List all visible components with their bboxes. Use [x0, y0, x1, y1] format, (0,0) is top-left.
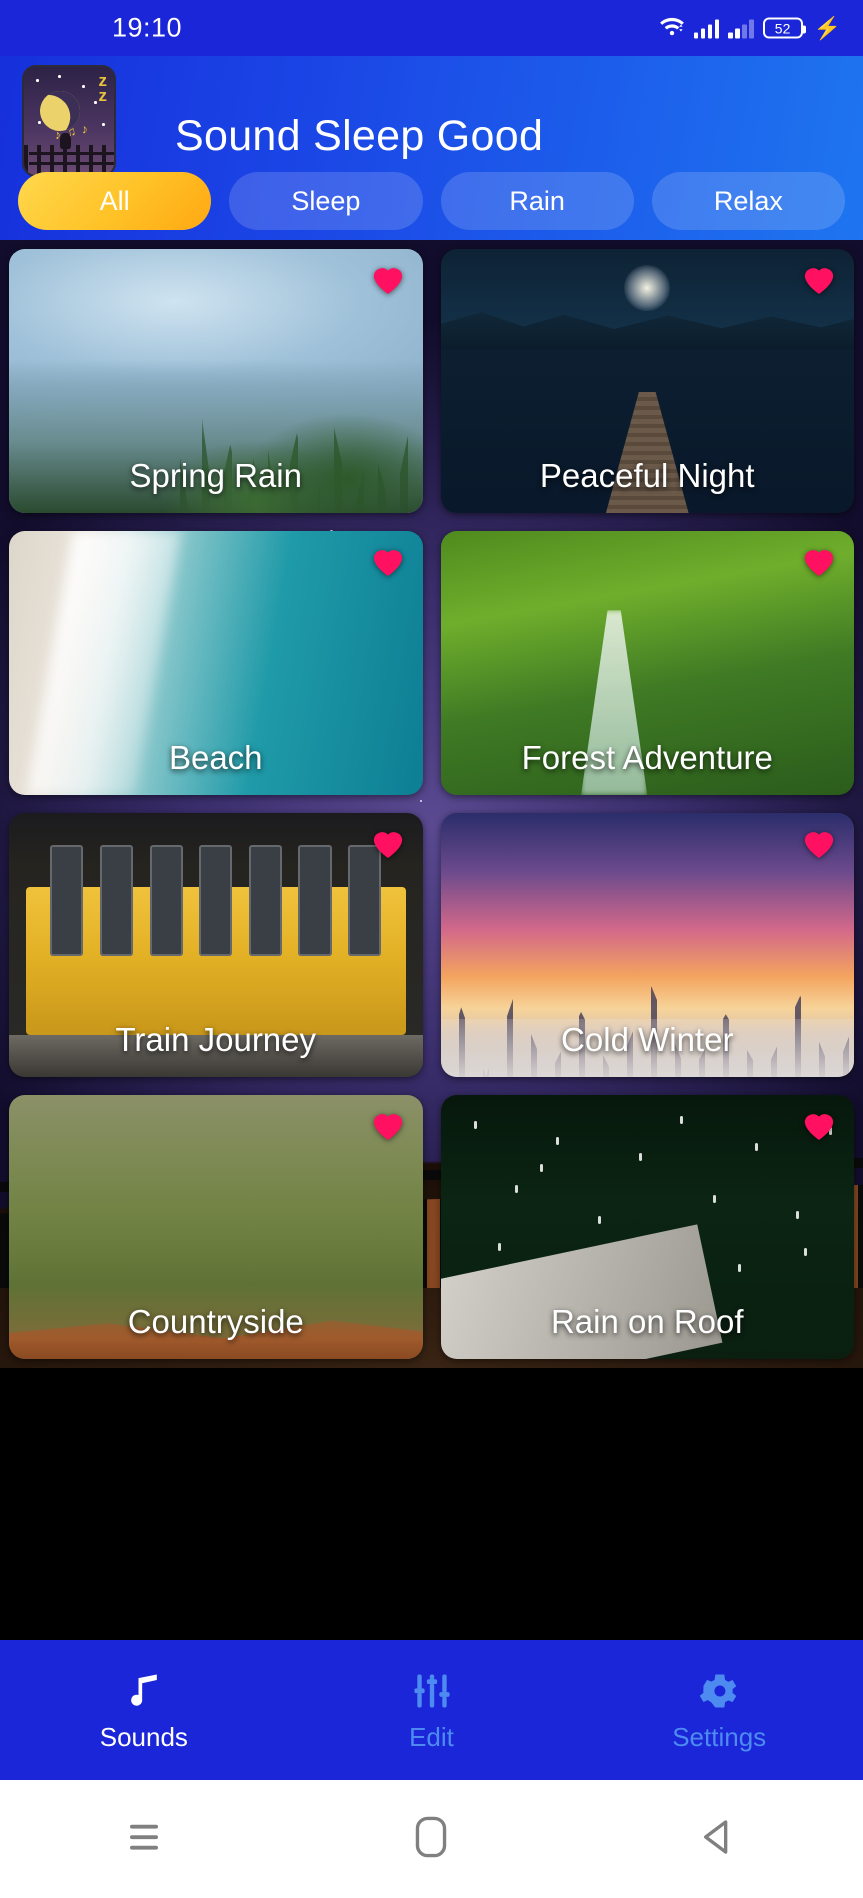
tab-rain-label: Rain	[509, 185, 565, 216]
status-clock: 19:10	[112, 12, 183, 43]
signal-icon-2	[728, 18, 754, 38]
favorite-heart-icon[interactable]	[798, 1105, 840, 1145]
favorite-heart-icon[interactable]	[798, 823, 840, 863]
recents-button[interactable]	[84, 1804, 204, 1874]
wifi-icon	[659, 15, 685, 42]
grid-cell: Peaceful Night	[432, 240, 863, 522]
sound-card-grid: Spring Rain Peaceful Night Beach Forest …	[0, 240, 863, 1368]
card-title: Train Journey	[115, 1021, 317, 1058]
nav-item-settings-label: Settings	[672, 1721, 767, 1752]
grid-cell: Cold Winter	[432, 804, 863, 1086]
nav-item-settings[interactable]: Settings	[575, 1640, 863, 1780]
tab-relax[interactable]: Relax	[651, 172, 845, 230]
sound-card-cold-winter[interactable]: Cold Winter	[440, 813, 854, 1077]
gear-icon	[697, 1668, 741, 1714]
grid-cell: Countryside	[0, 1086, 432, 1368]
tab-all[interactable]: All	[18, 172, 212, 230]
android-navigation-bar	[0, 1780, 863, 1898]
favorite-heart-icon[interactable]	[367, 541, 409, 581]
sound-card-train-journey[interactable]: Train Journey	[9, 813, 423, 1077]
card-title: Rain on Roof	[550, 1303, 744, 1340]
favorite-heart-icon[interactable]	[367, 823, 409, 863]
sound-card-peaceful-night[interactable]: Peaceful Night	[440, 249, 854, 513]
status-icons: 52 ⚡	[659, 15, 841, 42]
grid-cell: Spring Rain	[0, 240, 432, 522]
battery-level-text: 52	[774, 20, 791, 36]
card-title: Spring Rain	[129, 457, 302, 494]
nav-item-sounds[interactable]: Sounds	[0, 1640, 288, 1780]
home-button[interactable]	[371, 1804, 491, 1874]
card-title: Countryside	[127, 1303, 304, 1340]
music-note-icon	[122, 1668, 166, 1714]
sound-card-forest-adventure[interactable]: Forest Adventure	[440, 531, 854, 795]
charging-bolt-icon: ⚡	[813, 15, 841, 40]
tab-sleep-label: Sleep	[291, 185, 361, 216]
card-image-trees	[440, 986, 854, 1077]
grid-cell: Rain on Roof	[432, 1086, 863, 1368]
battery-icon: 52	[762, 17, 806, 39]
grid-cell: Forest Adventure	[432, 522, 863, 804]
nav-item-edit-label: Edit	[409, 1721, 454, 1752]
tab-sleep[interactable]: Sleep	[229, 172, 423, 230]
sound-card-countryside[interactable]: Countryside	[9, 1095, 423, 1359]
app-header: zz ♪ ♫ ♪ Sound Sleep Good All Sleep Rain…	[0, 56, 863, 240]
sound-card-rain-on-roof[interactable]: Rain on Roof	[440, 1095, 854, 1359]
card-title: Cold Winter	[561, 1021, 734, 1058]
app-logo-icon: zz ♪ ♫ ♪	[22, 65, 116, 177]
recents-icon	[123, 1820, 165, 1859]
favorite-heart-icon[interactable]	[798, 541, 840, 581]
bottom-navigation: Sounds Edit Settings	[0, 1640, 863, 1780]
card-title: Forest Adventure	[521, 739, 773, 776]
tab-all-label: All	[99, 185, 130, 216]
sound-card-spring-rain[interactable]: Spring Rain	[9, 249, 423, 513]
home-icon	[414, 1815, 448, 1864]
favorite-heart-icon[interactable]	[367, 259, 409, 299]
tab-rain[interactable]: Rain	[440, 172, 634, 230]
favorite-heart-icon[interactable]	[367, 1105, 409, 1145]
category-tabs: All Sleep Rain Relax	[0, 170, 863, 232]
signal-icon-1	[693, 18, 720, 38]
status-bar: 19:10 52 ⚡	[0, 0, 863, 56]
back-button[interactable]	[659, 1804, 779, 1874]
nav-item-sounds-label: Sounds	[99, 1721, 188, 1752]
card-title: Beach	[168, 739, 263, 776]
grid-cell: Train Journey	[0, 804, 432, 1086]
sound-grid-area: Spring Rain Peaceful Night Beach Forest …	[0, 240, 863, 1368]
card-title: Peaceful Night	[539, 457, 755, 494]
nav-item-edit[interactable]: Edit	[288, 1640, 576, 1780]
favorite-heart-icon[interactable]	[798, 259, 840, 299]
grid-cell: Beach	[0, 522, 432, 804]
sound-card-beach[interactable]: Beach	[9, 531, 423, 795]
logo-zzz: zz	[98, 71, 107, 106]
equalizer-sliders-icon	[410, 1668, 454, 1714]
back-icon	[699, 1817, 739, 1862]
page-title: Sound Sleep Good	[175, 112, 544, 160]
app-screen: 19:10 52 ⚡ z z ♪ ♫ ♪ Sound Sleep Good Al…	[0, 0, 863, 1898]
tab-relax-label: Relax	[713, 185, 783, 216]
